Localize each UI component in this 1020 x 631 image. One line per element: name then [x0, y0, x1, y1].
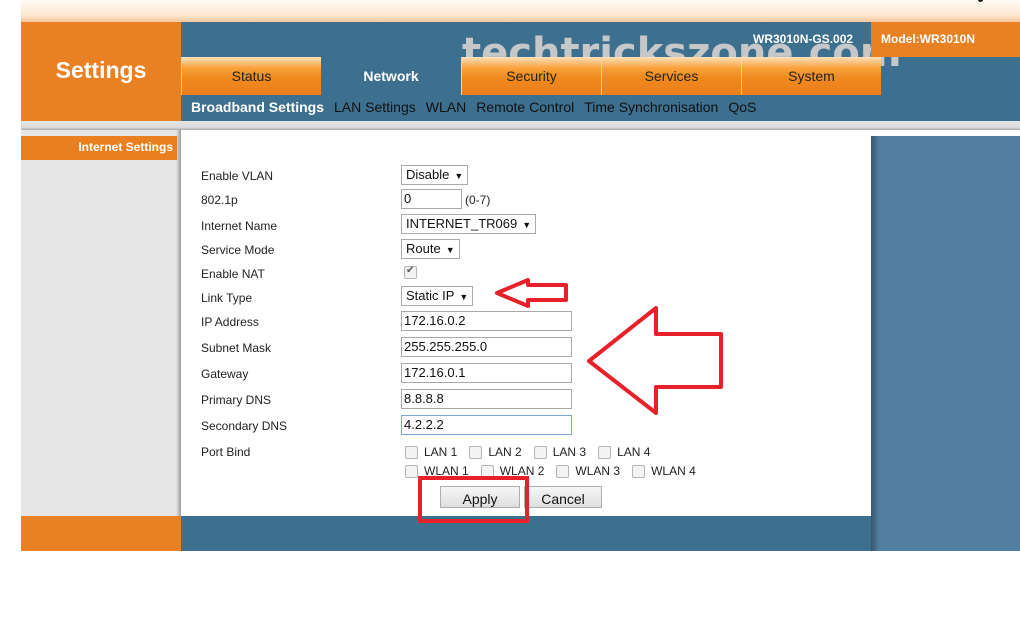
- port-lan2[interactable]: LAN 2: [469, 445, 522, 459]
- port-wlan2[interactable]: WLAN 2: [480, 464, 545, 478]
- dropdown-arrow-icon: ▼: [522, 220, 532, 230]
- right-panel: [871, 136, 1020, 551]
- port-bind-label: Port Bind: [201, 445, 251, 459]
- enable-nat-label: Enable NAT: [201, 267, 265, 281]
- port-lan1[interactable]: LAN 1: [405, 445, 457, 459]
- cancel-button[interactable]: Cancel: [524, 486, 602, 508]
- port-wlan4[interactable]: WLAN 4: [632, 464, 696, 478]
- subnav-broadband-settings[interactable]: Broadband Settings: [191, 99, 324, 115]
- tab-network[interactable]: Network: [321, 57, 461, 95]
- footer-left: [21, 516, 181, 551]
- lan1-label: LAN 1: [424, 445, 458, 459]
- wlan1-checkbox[interactable]: [405, 464, 418, 478]
- gateway-label: Gateway: [201, 367, 249, 381]
- wlan3-checkbox[interactable]: [556, 464, 570, 478]
- model-text: Model:WR3010N: [881, 32, 976, 46]
- subnav-wlan[interactable]: WLAN: [426, 99, 466, 115]
- subnav-time-synchronisation[interactable]: Time Synchronisation: [584, 99, 718, 115]
- 8021p-range-hint: (0-7): [465, 193, 491, 207]
- enable-vlan-label: Enable VLAN: [201, 169, 274, 183]
- internet-name-label: Internet Name: [201, 219, 278, 233]
- link-type-select[interactable]: Static IP ▼: [401, 286, 474, 306]
- sidebar-item-internet-settings[interactable]: Internet Settings: [21, 136, 177, 160]
- gateway-input[interactable]: [401, 363, 572, 383]
- internet-name-value: INTERNET_TR069: [406, 216, 518, 231]
- enable-vlan-select[interactable]: Disable ▼: [401, 165, 469, 185]
- lan2-checkbox[interactable]: [469, 445, 483, 459]
- sidebar: [21, 130, 181, 516]
- wlan2-label: WLAN 2: [499, 464, 545, 478]
- subnet-mask-input[interactable]: [401, 337, 572, 357]
- primary-dns-label: Primary DNS: [201, 393, 272, 407]
- lan2-label: LAN 2: [488, 445, 522, 459]
- dropdown-arrow-icon: ▼: [445, 245, 455, 255]
- wlan2-checkbox[interactable]: [480, 464, 494, 478]
- tab-system[interactable]: System: [741, 57, 881, 95]
- port-wlan3[interactable]: WLAN 3: [556, 464, 620, 478]
- port-lan3[interactable]: LAN 3: [533, 445, 587, 459]
- lan3-label: LAN 3: [552, 445, 587, 459]
- enable-nat-checkbox[interactable]: [404, 265, 417, 280]
- primary-dns-input[interactable]: [401, 389, 572, 409]
- port-bind-wlan-row: WLAN 1 WLAN 2 WLAN 3 WLAN 4: [405, 464, 708, 478]
- logo-title: Settings: [55, 57, 147, 83]
- service-mode-select[interactable]: Route ▼: [401, 239, 460, 259]
- service-mode-value: Route: [406, 241, 441, 256]
- wlan4-label: WLAN 4: [651, 464, 696, 478]
- dropdown-arrow-icon: ▼: [459, 292, 469, 302]
- footer-bar: [181, 516, 871, 551]
- lan3-checkbox[interactable]: [533, 445, 547, 459]
- link-type-label: Link Type: [201, 291, 253, 305]
- service-mode-label: Service Mode: [201, 243, 275, 257]
- enable-vlan-value: Disable: [406, 167, 450, 182]
- subnav-remote-control[interactable]: Remote Control: [476, 99, 574, 115]
- wlan4-checkbox[interactable]: [632, 464, 646, 478]
- 8021p-label: 802.1p: [201, 193, 238, 207]
- model-badge: Model:WR3010N: [871, 22, 1020, 57]
- lan4-checkbox[interactable]: [598, 445, 612, 459]
- 8021p-input[interactable]: [401, 189, 462, 209]
- port-lan4[interactable]: LAN 4: [598, 445, 650, 459]
- subnav-lan-settings[interactable]: LAN Settings: [334, 99, 416, 115]
- secondary-dns-input[interactable]: [401, 415, 572, 435]
- right-panel-shadow: [871, 136, 879, 551]
- link-type-value: Static IP: [406, 288, 455, 303]
- port-bind-lan-row: LAN 1 LAN 2 LAN 3 LAN 4: [405, 445, 662, 459]
- separator-strip: [21, 121, 1020, 130]
- wlan3-label: WLAN 3: [575, 464, 621, 478]
- logo-area: Settings: [21, 22, 181, 121]
- lan1-checkbox[interactable]: [405, 445, 418, 459]
- wlan1-label: WLAN 1: [424, 464, 469, 478]
- apply-button[interactable]: Apply: [440, 486, 520, 508]
- firmware-version: WR3010N-GS.002: [753, 32, 854, 46]
- tab-services[interactable]: Services: [601, 57, 741, 95]
- top-gradient-bar: [21, 0, 1020, 22]
- tab-security[interactable]: Security: [461, 57, 601, 95]
- dropdown-arrow-icon: ▼: [454, 171, 464, 181]
- sub-navigation: Broadband Settings LAN Settings WLAN Rem…: [191, 99, 756, 115]
- secondary-dns-label: Secondary DNS: [201, 419, 288, 433]
- ip-address-label: IP Address: [201, 315, 259, 329]
- tab-status[interactable]: Status: [181, 57, 321, 95]
- internet-name-select[interactable]: INTERNET_TR069 ▼: [401, 214, 537, 234]
- lan4-label: LAN 4: [617, 445, 651, 459]
- subnet-mask-label: Subnet Mask: [201, 341, 272, 355]
- subnav-qos[interactable]: QoS: [728, 99, 756, 115]
- ip-address-input[interactable]: [401, 311, 572, 331]
- port-wlan1[interactable]: WLAN 1: [405, 464, 469, 478]
- main-tabs: Status Network Security Services System: [181, 57, 881, 95]
